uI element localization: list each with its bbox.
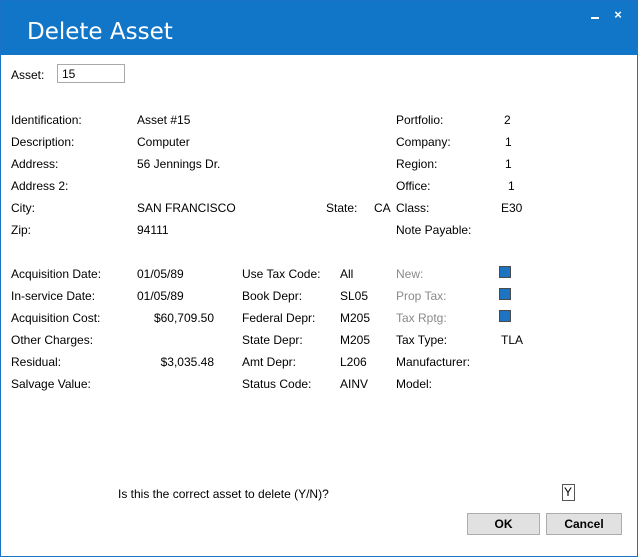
amt-depr-value: L206 [340,355,367,369]
portfolio-value: 2 [504,113,511,127]
new-label: New: [396,267,424,281]
tax-type-label: Tax Type: [396,333,448,347]
office-label: Office: [396,179,431,193]
acquisition-date-value: 01/05/89 [137,267,184,281]
federal-depr-value: M205 [340,311,371,325]
yn-answer-input[interactable]: Y [562,484,575,501]
tax-rptg-checkbox[interactable] [499,310,511,322]
use-tax-code-label: Use Tax Code: [242,267,321,281]
close-button[interactable]: × [610,7,626,23]
address-label: Address: [11,157,59,171]
company-label: Company: [396,135,451,149]
asset-label: Asset: [11,68,45,82]
in-service-date-value: 01/05/89 [137,289,184,303]
residual-label: Residual: [11,355,62,369]
ok-button[interactable]: OK [467,513,540,535]
delete-confirmation-prompt: Is this the correct asset to delete (Y/N… [118,487,329,501]
book-depr-value: SL05 [340,289,369,303]
class-label: Class: [396,201,430,215]
amt-depr-label: Amt Depr: [242,355,297,369]
state-value: CA [374,201,391,215]
residual-value: $3,035.48 [160,355,214,369]
portfolio-label: Portfolio: [396,113,444,127]
title-bar: Delete Asset × [1,1,637,55]
region-value: 1 [505,157,512,171]
delete-asset-window: Delete Asset × Asset: Identification: As… [0,0,638,557]
prop-tax-checkbox[interactable] [499,288,511,300]
asset-input[interactable] [57,64,125,83]
acquisition-date-label: Acquisition Date: [11,267,102,281]
region-label: Region: [396,157,438,171]
salvage-value-label: Salvage Value: [11,377,91,391]
description-label: Description: [11,135,75,149]
model-label: Model: [396,377,433,391]
book-depr-label: Book Depr: [242,289,303,303]
identification-label: Identification: [11,113,82,127]
cancel-button[interactable]: Cancel [546,513,622,535]
identification-value: Asset #15 [137,113,191,127]
zip-value: 94111 [137,223,169,237]
address-value: 56 Jennings Dr. [137,157,221,171]
description-value: Computer [137,135,190,149]
federal-depr-label: Federal Depr: [242,311,316,325]
in-service-date-label: In-service Date: [11,289,96,303]
acquisition-cost-value: $60,709.50 [153,311,214,325]
status-code-value: AINV [340,377,369,391]
manufacturer-label: Manufacturer: [396,355,471,369]
state-label: State: [326,201,358,215]
state-depr-label: State Depr: [242,333,303,347]
city-label: City: [11,201,35,215]
tax-type-value: TLA [501,333,524,347]
other-charges-label: Other Charges: [11,333,94,347]
minimize-button[interactable] [587,7,603,23]
minimize-icon [591,17,599,19]
acquisition-cost-label: Acquisition Cost: [11,311,101,325]
status-code-label: Status Code: [242,377,312,391]
note-payable-label: Note Payable: [396,223,472,237]
class-value: E30 [501,201,523,215]
zip-label: Zip: [11,223,32,237]
company-value: 1 [505,135,512,149]
state-depr-value: M205 [340,333,371,347]
new-checkbox[interactable] [499,266,511,278]
window-title: Delete Asset [27,19,173,45]
office-value: 1 [508,179,515,193]
tax-rptg-label: Tax Rptg: [396,311,447,325]
city-value: SAN FRANCISCO [137,201,236,215]
use-tax-code-value: All [340,267,354,281]
address2-label: Address 2: [11,179,69,193]
prop-tax-label: Prop Tax: [396,289,447,303]
